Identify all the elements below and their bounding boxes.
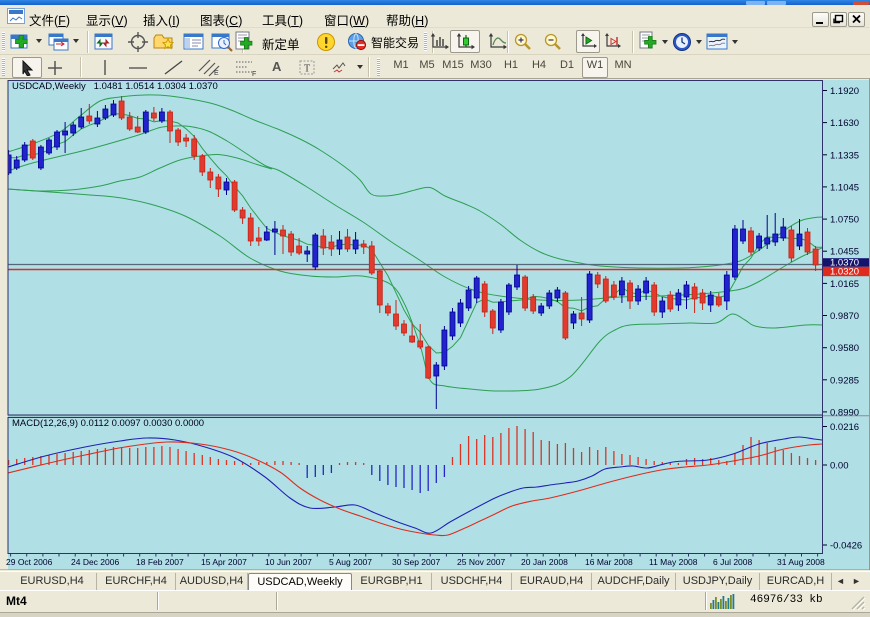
svg-text:6 Jul 2008: 6 Jul 2008	[713, 557, 752, 567]
svg-text:31 Aug 2008: 31 Aug 2008	[777, 557, 825, 567]
svg-text:T: T	[304, 64, 310, 75]
svg-text:25 Nov 2007: 25 Nov 2007	[457, 557, 505, 567]
svg-text:1.1920: 1.1920	[830, 86, 859, 97]
svg-text:MACD(12,26,9) 0.0112 0.0097 0.: MACD(12,26,9) 0.0112 0.0097 0.0030 0.000…	[12, 418, 204, 429]
svg-text:5 Aug 2007: 5 Aug 2007	[329, 557, 372, 567]
svg-text:0.00: 0.00	[830, 461, 849, 472]
svg-text:1.1045: 1.1045	[830, 182, 859, 193]
svg-text:18 Feb 2007: 18 Feb 2007	[136, 557, 184, 567]
svg-text:10 Jun 2007: 10 Jun 2007	[265, 557, 312, 567]
svg-text:0.9580: 0.9580	[830, 343, 859, 354]
svg-text:-0.0426: -0.0426	[830, 541, 862, 552]
svg-text:F: F	[252, 71, 256, 77]
svg-text:1.0165: 1.0165	[830, 279, 859, 290]
svg-text:E: E	[214, 70, 219, 77]
svg-text:1.0320: 1.0320	[830, 267, 859, 278]
svg-text:15 Apr 2007: 15 Apr 2007	[201, 557, 247, 567]
svg-text:1.1630: 1.1630	[830, 118, 859, 129]
svg-text:1.1335: 1.1335	[830, 150, 859, 161]
svg-text:USDCAD,Weekly 1.0481 1.0514: USDCAD,Weekly 1.0481 1.0514 1.0304 1.037…	[12, 81, 218, 92]
svg-text:0.9285: 0.9285	[830, 375, 859, 386]
svg-text:1.0455: 1.0455	[830, 247, 859, 258]
svg-text:16 Mar 2008: 16 Mar 2008	[585, 557, 633, 567]
svg-text:24 Dec 2006: 24 Dec 2006	[71, 557, 119, 567]
svg-text:29 Oct 2006: 29 Oct 2006	[6, 557, 53, 567]
svg-text:1.0750: 1.0750	[830, 215, 859, 226]
svg-text:11 May 2008: 11 May 2008	[649, 557, 698, 567]
svg-text:30 Sep 2007: 30 Sep 2007	[392, 557, 440, 567]
svg-text:0.0216: 0.0216	[830, 422, 859, 433]
svg-text:0.8990: 0.8990	[830, 407, 859, 418]
svg-text:0.9870: 0.9870	[830, 311, 859, 322]
svg-text:20 Jan 2008: 20 Jan 2008	[521, 557, 568, 567]
